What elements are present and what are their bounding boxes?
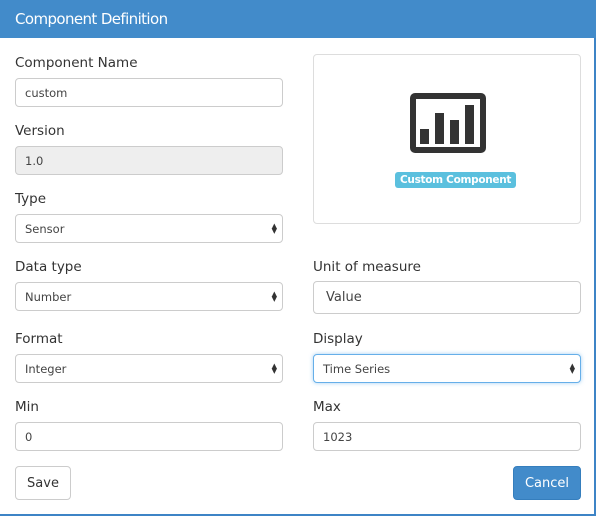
component-name-input[interactable]: custom <box>15 78 283 107</box>
data-type-value: Number <box>25 290 72 304</box>
component-name-value: custom <box>25 86 68 100</box>
min-label: Min <box>15 399 39 415</box>
save-button[interactable]: Save <box>15 466 71 500</box>
display-label: Display <box>313 331 363 347</box>
display-value: Time Series <box>323 362 391 376</box>
unit-label: Unit of measure <box>313 259 421 275</box>
version-input: 1.0 <box>15 146 283 175</box>
component-preview: Custom Component <box>313 54 581 224</box>
type-select[interactable]: Sensor ▲ ▼ <box>15 214 283 243</box>
select-arrows-icon: ▲ ▼ <box>271 290 277 303</box>
display-select[interactable]: Time Series ▲ ▼ <box>313 354 581 383</box>
format-label: Format <box>15 331 63 347</box>
select-arrows-icon: ▲ ▼ <box>271 222 277 235</box>
max-value: 1023 <box>323 430 353 444</box>
custom-component-badge: Custom Component <box>395 172 517 188</box>
component-name-label: Component Name <box>15 55 138 71</box>
type-label: Type <box>15 191 47 207</box>
unit-input[interactable]: Value <box>313 281 581 314</box>
data-type-select[interactable]: Number ▲ ▼ <box>15 282 283 311</box>
cancel-button[interactable]: Cancel <box>513 466 581 500</box>
min-value: 0 <box>25 430 33 444</box>
version-value: 1.0 <box>25 154 44 168</box>
min-input[interactable]: 0 <box>15 422 283 451</box>
format-select[interactable]: Integer ▲ ▼ <box>15 354 283 383</box>
select-arrows-icon: ▲ ▼ <box>271 362 277 375</box>
max-input[interactable]: 1023 <box>313 422 581 451</box>
unit-value: Value <box>326 290 362 305</box>
version-label: Version <box>15 123 65 139</box>
data-type-label: Data type <box>15 259 82 275</box>
format-value: Integer <box>25 362 67 376</box>
dialog-title: Component Definition <box>0 0 596 38</box>
select-arrows-icon: ▲ ▼ <box>569 362 575 375</box>
max-label: Max <box>313 399 341 415</box>
bar-chart-icon <box>410 93 486 153</box>
type-value: Sensor <box>25 222 65 236</box>
